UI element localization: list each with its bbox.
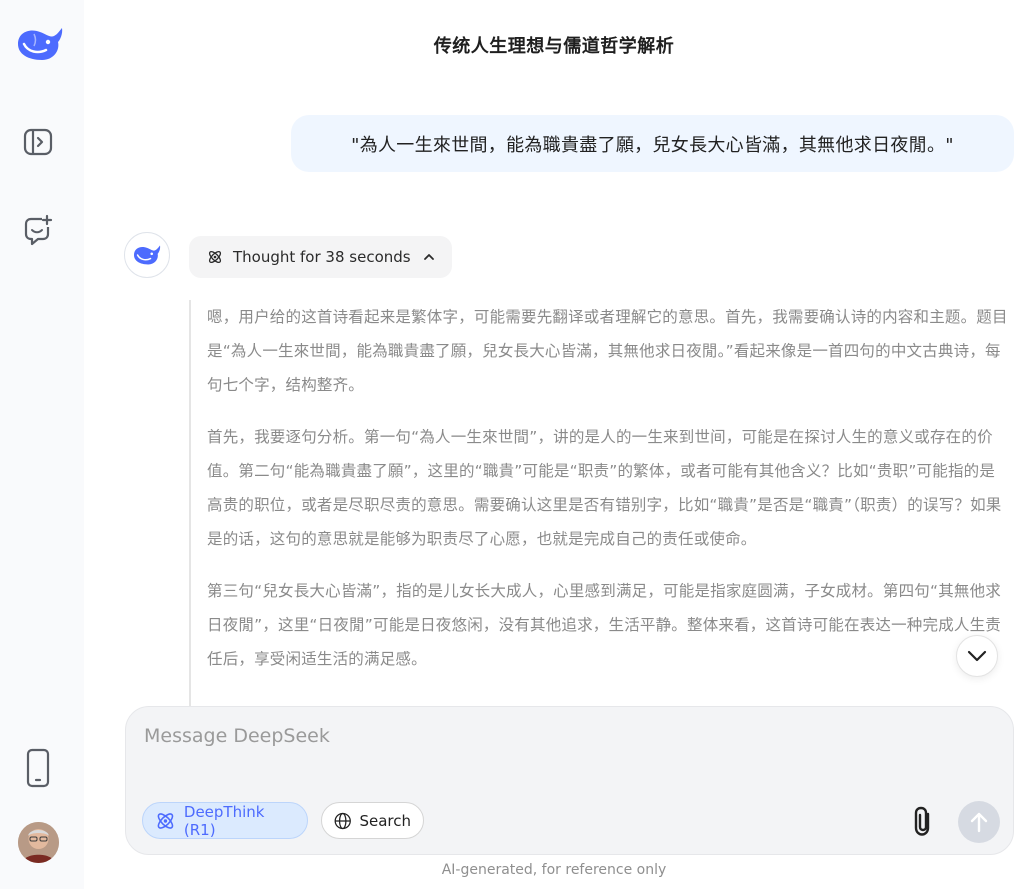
deepthink-toggle-button[interactable]: DeepThink (R1) — [142, 802, 308, 839]
new-chat-icon — [24, 214, 53, 246]
deepseek-whale-icon — [134, 245, 161, 265]
chevron-down-icon — [967, 650, 987, 662]
toggle-sidebar-button[interactable] — [18, 122, 58, 162]
thinking-paragraph: 嗯，用户给的这首诗看起来是繁体字，可能需要先翻译或者理解它的意思。首先，我需要确… — [207, 308, 1008, 394]
chat-title: 传统人生理想与儒道哲学解析 — [433, 36, 675, 57]
atom-icon — [157, 812, 174, 829]
scroll-to-bottom-button[interactable] — [956, 635, 998, 677]
sidebar — [0, 0, 84, 889]
mobile-app-button[interactable] — [18, 748, 58, 788]
thinking-paragraph: 首先，我要逐句分析。第一句“為人一生來世間”，讲的是人的一生来到世间，可能是在探… — [207, 428, 1002, 548]
search-toggle-button[interactable]: Search — [321, 802, 424, 839]
user-message-bubble: "為人一生來世間，能為職貴盡了願，兒女長大心皆滿，其無他求日夜閒。" — [291, 115, 1014, 172]
assistant-avatar — [124, 232, 170, 278]
disclaimer-note: AI-generated, for reference only — [441, 862, 667, 878]
new-chat-button[interactable] — [18, 210, 58, 250]
message-input[interactable] — [144, 725, 984, 785]
chevron-up-icon — [423, 254, 434, 260]
arrow-up-icon — [970, 812, 988, 833]
deepthink-label: DeepThink (R1) — [183, 802, 265, 839]
atom-icon — [208, 250, 222, 264]
send-button[interactable] — [958, 801, 1000, 843]
globe-icon — [334, 812, 351, 829]
paperclip-icon — [914, 806, 930, 836]
thought-label: Thought for 38 seconds — [233, 248, 411, 266]
chat-main: 传统人生理想与儒道哲学解析 "為人一生來世間，能為職貴盡了願，兒女長大心皆滿，其… — [84, 0, 1024, 889]
search-label: Search — [359, 811, 411, 830]
thinking-content: 嗯，用户给的这首诗看起来是繁体字，可能需要先翻译或者理解它的意思。首先，我需要确… — [189, 300, 1009, 710]
sidebar-toggle-icon — [23, 128, 53, 156]
thinking-paragraph: 第三句“兒女長大心皆滿”，指的是儿女长大成人，心里感到满足，可能是指家庭圆满，子… — [207, 582, 1001, 668]
deepseek-logo-icon[interactable] — [14, 22, 66, 66]
user-avatar[interactable] — [18, 822, 59, 863]
attach-file-button[interactable] — [906, 804, 940, 838]
mobile-phone-icon — [26, 748, 50, 788]
thought-toggle-button[interactable]: Thought for 38 seconds — [189, 236, 452, 278]
message-composer: DeepThink (R1) Search — [125, 706, 1014, 855]
